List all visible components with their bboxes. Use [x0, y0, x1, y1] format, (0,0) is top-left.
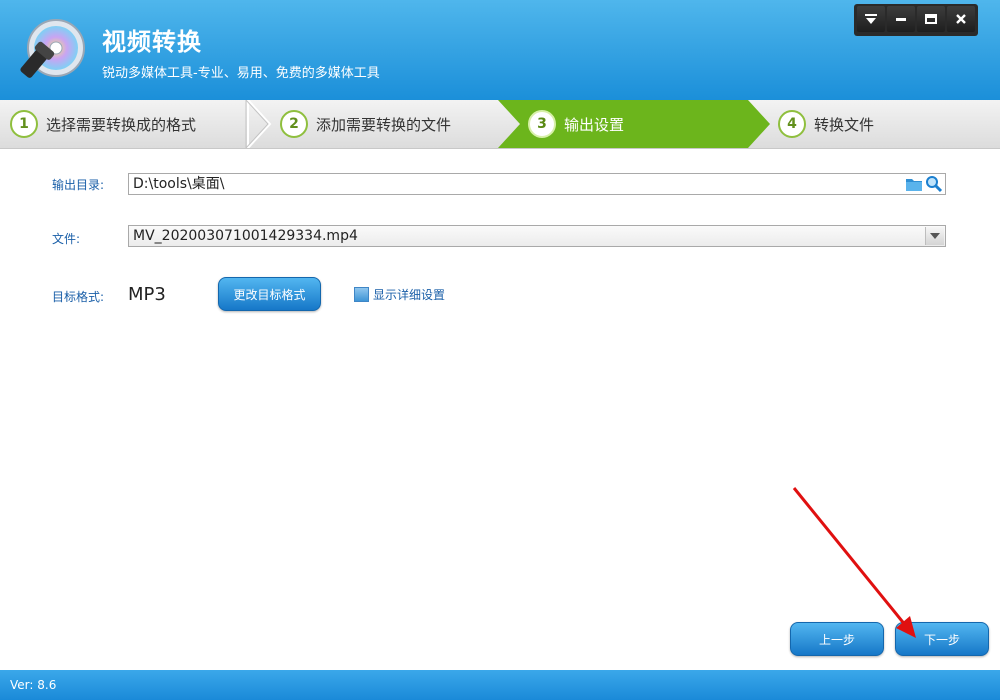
window-controls	[854, 4, 978, 36]
chevron-down-icon	[930, 233, 940, 239]
step-1[interactable]: 1 选择需要转换成的格式	[0, 100, 196, 148]
output-dir-actions	[905, 175, 943, 193]
app-header: 视频转换 锐动多媒体工具-专业、易用、免费的多媒体工具	[0, 0, 1000, 100]
show-details-toggle[interactable]: 显示详细设置	[354, 286, 445, 303]
output-dir-input[interactable]: D:\tools\桌面\	[128, 173, 946, 195]
app-subtitle: 锐动多媒体工具-专业、易用、免费的多媒体工具	[102, 66, 380, 81]
prev-button[interactable]: 上一步	[790, 622, 884, 656]
step-2-number: 2	[280, 110, 308, 138]
menu-button[interactable]	[857, 6, 885, 32]
status-bar: Ver: 8.6	[0, 670, 1000, 700]
close-button[interactable]	[947, 6, 975, 32]
folder-icon[interactable]	[905, 175, 923, 193]
show-details-checkbox[interactable]	[354, 287, 369, 302]
output-dir-value: D:\tools\桌面\	[133, 176, 225, 192]
file-select-value: MV_202003071001429334.mp4	[133, 228, 358, 244]
change-format-button[interactable]: 更改目标格式	[218, 277, 321, 311]
step-4[interactable]: 4 转换文件	[768, 100, 874, 148]
file-select[interactable]: MV_202003071001429334.mp4	[128, 225, 946, 247]
menu-icon	[865, 14, 877, 24]
app-logo-icon	[20, 19, 85, 78]
step-3-label: 输出设置	[564, 115, 625, 134]
version-label: Ver: 8.6	[10, 678, 57, 692]
search-icon[interactable]	[925, 175, 943, 193]
close-icon	[956, 14, 966, 24]
file-dropdown-button[interactable]	[925, 227, 944, 245]
minimize-icon	[896, 18, 906, 21]
step-3[interactable]: 3 输出设置	[518, 100, 624, 148]
app-title: 视频转换	[102, 28, 202, 56]
step-4-label: 转换文件	[814, 115, 875, 134]
step-3-number: 3	[528, 110, 556, 138]
step-2[interactable]: 2 添加需要转换的文件	[270, 100, 451, 148]
step-2-label: 添加需要转换的文件	[316, 115, 452, 134]
output-dir-label: 输出目录:	[52, 178, 105, 192]
step-1-label: 选择需要转换成的格式	[46, 115, 197, 134]
maximize-button[interactable]	[917, 6, 945, 32]
step-4-number: 4	[778, 110, 806, 138]
step-1-number: 1	[10, 110, 38, 138]
minimize-button[interactable]	[887, 6, 915, 32]
format-value: MP3	[128, 284, 166, 305]
format-label: 目标格式:	[52, 290, 105, 304]
show-details-label: 显示详细设置	[373, 288, 446, 302]
step-bar: 1 选择需要转换成的格式 2 添加需要转换的文件 3 输出设置 4 转换文件	[0, 100, 1000, 149]
next-button[interactable]: 下一步	[895, 622, 989, 656]
file-label: 文件:	[52, 232, 81, 246]
maximize-icon	[925, 14, 937, 24]
